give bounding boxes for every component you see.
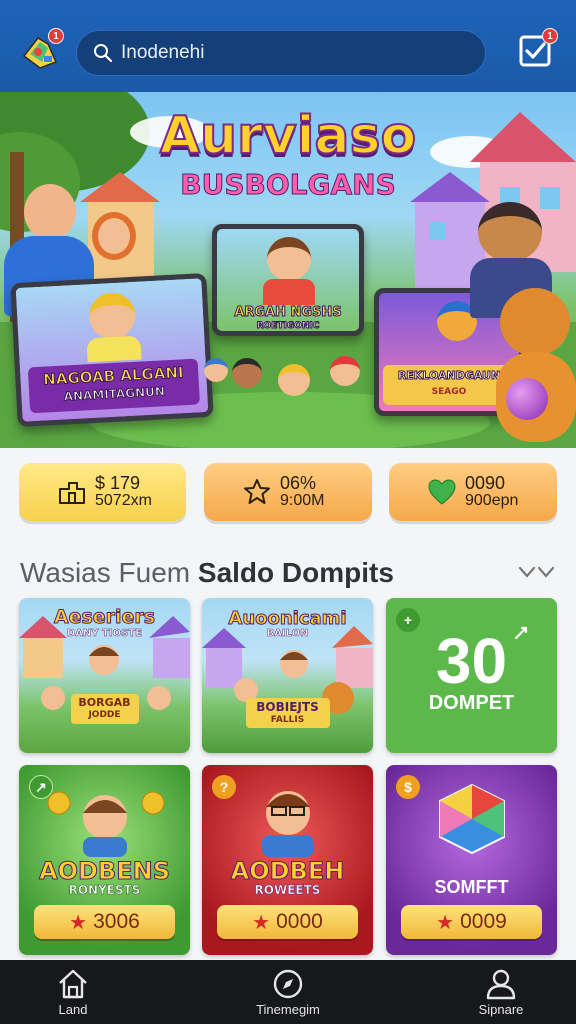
notification-badge: 1 [48, 28, 64, 44]
search-input[interactable] [121, 42, 461, 64]
nav-item-land-label: Land [58, 1002, 88, 1017]
profile-icon [486, 969, 516, 1000]
character-girl-body [86, 335, 142, 363]
star-icon: ★ [252, 911, 271, 934]
app-header: 1 1 [0, 0, 576, 92]
hero-banner[interactable]: Aurviaso BUSBOLGANS ARGAH NGSHS ROETIGON… [0, 92, 576, 448]
game-card-2-banner-label: BOBIEJTS [256, 700, 319, 714]
character-kid-2 [278, 364, 310, 396]
character-kid-1 [232, 358, 262, 388]
dompet-card-label: DOMPET [428, 692, 515, 714]
search-icon [94, 44, 113, 63]
game-card-2-subtitle: BAILON [266, 628, 309, 640]
hero-screen-center-sub: ROETIGONIC [256, 321, 320, 332]
section-title: Wasias Fuem Saldo Dompits [20, 557, 394, 589]
character-man [24, 184, 76, 240]
nav-item-sipnare[interactable]: Sipnare [470, 960, 532, 1024]
game-card-1-banner-label: BORGAB [78, 696, 131, 709]
nav-item-tinemegim[interactable]: Tinemegim [248, 960, 328, 1024]
game-card-1-subtitle: DANY TIOSTE [66, 628, 143, 640]
game-card-1-title: Aeseriers [53, 606, 156, 629]
bottom-navigation: Land Tinemegim Sipnare [0, 960, 576, 1024]
purple-ball [506, 378, 548, 420]
game-card-2-banner-sub: FALLIS [270, 715, 305, 725]
game-card-2[interactable]: Auoonicami BAILON BOBIEJTS FALLIS [202, 598, 373, 753]
wallet-icon [59, 482, 85, 504]
tasks-badge: 1 [542, 28, 558, 44]
nav-item-land[interactable]: Land [40, 960, 106, 1024]
stat-balance[interactable]: $ 179 5072xm [19, 463, 186, 521]
nav-item-sipnare-label: Sipnare [478, 1002, 524, 1017]
game-card-6[interactable]: $ SOMFFT ★ 0009 [386, 765, 557, 955]
compass-icon [273, 969, 303, 999]
game-card-5[interactable]: ? AODBEH ROWEETS ★ 0000 [202, 765, 373, 955]
game-card-5-price[interactable]: ★ 0000 [217, 905, 358, 939]
hero-screen-center[interactable]: ARGAH NGSHS ROETIGONIC [212, 224, 364, 336]
star-icon: ★ [69, 911, 88, 934]
game-card-6-price-value: 0009 [460, 910, 507, 933]
hero-screen-center-label: ARGAH NGSHS [234, 305, 342, 321]
character-kid-3 [330, 356, 360, 386]
game-card-4[interactable]: ↗ AODBENS RONYESTS ★ 3006 [19, 765, 190, 955]
section-title-light: Wasias Fuem [20, 557, 191, 588]
game-card-1[interactable]: Aeseriers DANY TIOSTE BORGAB JODDE [19, 598, 190, 753]
game-card-4-title: AODBENS [39, 857, 171, 886]
game-card-6-price[interactable]: ★ 0009 [401, 905, 542, 939]
stat-rating[interactable]: 06% 9:00M [204, 463, 372, 521]
heart-icon [428, 479, 456, 505]
game-card-5-title: AODBEH [230, 857, 345, 886]
hero-screen-left[interactable]: NAGOAB ALGANI ANAMITAGNUN [10, 272, 214, 428]
hero-subtitle: BUSBOLGANS [180, 168, 396, 202]
app-logo-icon[interactable]: 1 [18, 28, 64, 74]
dompet-card[interactable]: + 30 DOMPET [386, 598, 557, 753]
stat-rating-sub: 9:00M [280, 492, 325, 510]
game-card-5-subtitle: ROWEETS [254, 883, 321, 898]
stat-balance-sub: 5072xm [95, 492, 152, 510]
game-card-4-subtitle: RONYESTS [68, 883, 141, 898]
tasks-button[interactable]: 1 [518, 28, 558, 68]
home-icon [59, 969, 87, 999]
game-card-4-price[interactable]: ★ 3006 [34, 905, 175, 939]
character-boy-body [263, 279, 315, 305]
character-boy [267, 237, 311, 281]
game-card-5-price-value: 0000 [276, 910, 323, 933]
game-card-2-title: Auoonicami [228, 608, 347, 630]
section-title-bold: Saldo Dompits [197, 557, 394, 588]
game-card-1-banner-sub: JODDE [88, 710, 121, 720]
stat-balance-value: $ 179 [95, 473, 141, 494]
stat-likes-sub: 900epn [465, 492, 519, 510]
stat-rating-value: 06% [280, 473, 317, 494]
chevron-down-icon[interactable] [518, 564, 556, 582]
hero-title: Aurviaso [159, 105, 417, 167]
stat-likes[interactable]: 0090 900epn [389, 463, 557, 521]
character-dog-mascot [478, 202, 542, 262]
star-icon [244, 479, 270, 504]
stat-likes-value: 0090 [465, 473, 506, 494]
nav-item-tinemegim-label: Tinemegim [256, 1002, 320, 1017]
star-icon: ★ [436, 911, 455, 934]
dompet-card-amount: 30 [435, 625, 508, 697]
game-card-4-price-value: 3006 [93, 910, 140, 933]
character-kid-4 [204, 358, 228, 382]
search-bar[interactable] [76, 30, 486, 76]
character-bear-mascot [500, 288, 570, 356]
game-card-6-title: SOMFFT [434, 877, 509, 897]
character-woman [92, 212, 136, 260]
